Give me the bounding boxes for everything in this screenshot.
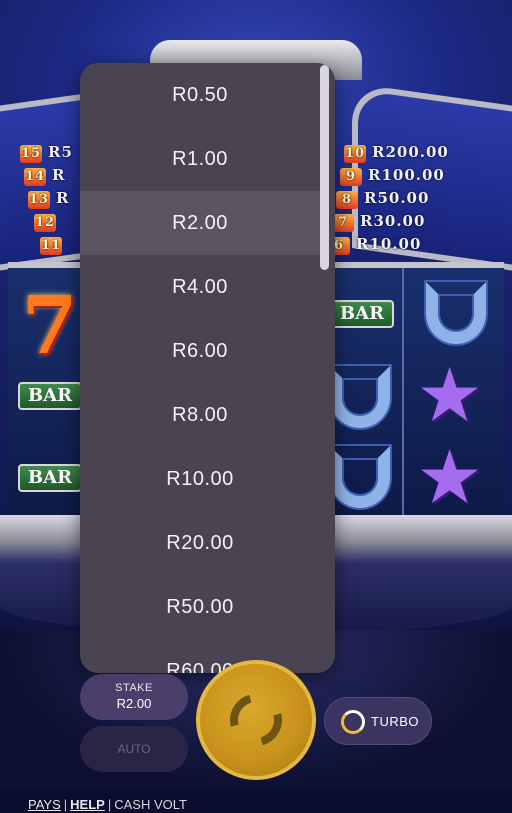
- stake-option[interactable]: R10.00: [80, 447, 320, 511]
- pay-count: 14: [24, 168, 46, 186]
- stake-dropdown[interactable]: R0.50 R1.00 R2.00 R4.00 R6.00 R8.00 R10.…: [80, 63, 335, 673]
- stake-label: STAKE: [115, 682, 153, 694]
- stake-option[interactable]: R0.50: [80, 63, 320, 127]
- pay-prize: R: [56, 189, 70, 207]
- scrollbar-thumb[interactable]: [320, 65, 329, 270]
- footer-separator: |: [63, 797, 68, 812]
- stake-option[interactable]: R20.00: [80, 511, 320, 575]
- horseshoe-icon: [330, 366, 390, 428]
- pay-prize: R50.00: [364, 189, 430, 207]
- paytable-row: 9 R100.00: [340, 166, 445, 186]
- paytable-row: 6 R10.00: [328, 235, 421, 255]
- pay-count: 7: [332, 214, 354, 232]
- turbo-label: TURBO: [371, 714, 419, 729]
- game-name: CASH VOLT: [114, 797, 187, 812]
- reel-divider: [402, 268, 404, 517]
- paytable-row: 15 R5: [20, 143, 73, 163]
- stake-option[interactable]: R8.00: [80, 383, 320, 447]
- star-icon: ★: [420, 440, 480, 514]
- bar-symbol: BAR: [330, 300, 394, 328]
- spin-arrows-icon: [220, 684, 292, 756]
- help-link[interactable]: HELP: [70, 797, 105, 812]
- spin-button[interactable]: [196, 660, 316, 780]
- pay-count: 11: [40, 237, 62, 255]
- paytable-row: 8 R50.00: [336, 189, 429, 209]
- stake-option[interactable]: R1.00: [80, 127, 320, 191]
- paytable-row: 14 R: [24, 166, 65, 186]
- pay-prize: R10.00: [356, 235, 422, 253]
- horseshoe-icon: [330, 446, 390, 508]
- pay-prize: R100.00: [368, 166, 445, 184]
- pays-link[interactable]: PAYS: [28, 797, 61, 812]
- paytable-row: 11: [40, 235, 68, 255]
- pay-count: 15: [20, 145, 42, 163]
- pay-count: 13: [28, 191, 50, 209]
- horseshoe-icon: [426, 282, 486, 344]
- auto-button[interactable]: AUTO: [80, 726, 188, 772]
- paytable-row: 12: [34, 212, 62, 232]
- bar-symbol: BAR: [18, 382, 82, 410]
- pay-count: 12: [34, 214, 56, 232]
- paytable-row: 10 R200.00: [344, 143, 449, 163]
- pay-prize: R200.00: [372, 143, 449, 161]
- stake-button[interactable]: STAKE R2.00: [80, 674, 188, 720]
- stake-value: R2.00: [116, 696, 152, 711]
- bar-symbol: BAR: [18, 464, 82, 492]
- turbo-gauge-icon: [341, 710, 365, 734]
- star-icon: ★: [420, 358, 480, 432]
- stake-option[interactable]: R6.00: [80, 319, 320, 383]
- stake-option[interactable]: R50.00: [80, 575, 320, 639]
- pay-count: 9: [340, 168, 362, 186]
- pay-prize: R30.00: [360, 212, 426, 230]
- paytable-row: 13 R: [28, 189, 69, 209]
- seven-symbol: 7: [22, 278, 78, 372]
- turbo-button[interactable]: TURBO: [324, 697, 432, 745]
- pay-prize: R5: [48, 143, 73, 161]
- pay-count: 10: [344, 145, 366, 163]
- footer-separator: |: [107, 797, 112, 812]
- stake-option[interactable]: R4.00: [80, 255, 320, 319]
- paytable-row: 7 R30.00: [332, 212, 425, 232]
- pay-prize: R: [52, 166, 66, 184]
- dropdown-scrollbar[interactable]: [320, 63, 333, 673]
- pay-count: 8: [336, 191, 358, 209]
- footer-links: PAYS | HELP | CASH VOLT: [28, 797, 187, 812]
- stake-option-selected[interactable]: R2.00: [80, 191, 320, 255]
